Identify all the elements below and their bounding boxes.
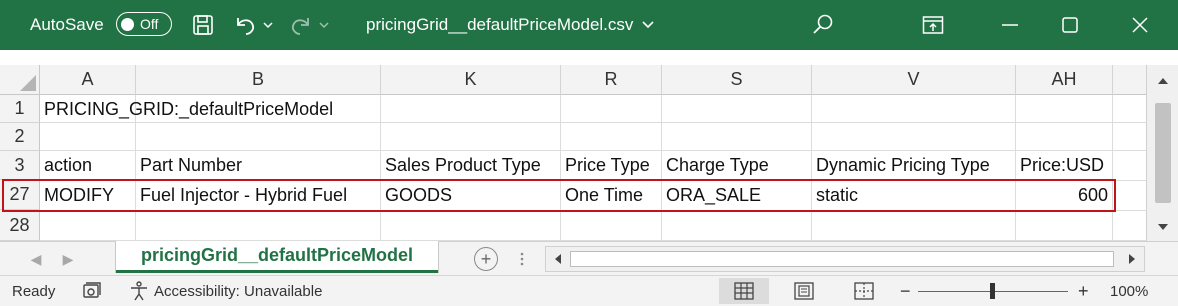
ribbon-display-options-icon[interactable] — [903, 0, 963, 50]
column-header-r[interactable]: R — [561, 65, 662, 95]
vertical-scrollbar[interactable] — [1146, 65, 1178, 241]
scroll-right-arrow-icon[interactable] — [1122, 249, 1142, 269]
autosave-state: Off — [140, 16, 159, 32]
cell-a1[interactable]: PRICING_GRID:_defaultPriceModel — [40, 95, 333, 123]
next-sheet-arrow-icon[interactable]: ▶ — [60, 250, 76, 268]
column-header-s[interactable]: S — [662, 65, 812, 95]
title-bar: AutoSave Off pricingGrid__defaultPriceMo… — [0, 0, 1178, 50]
status-bar: Ready Accessibility: Unavailable − + 100… — [0, 275, 1178, 306]
row-header-1[interactable]: 1 — [0, 95, 40, 123]
accessibility-status[interactable]: Accessibility: Unavailable — [128, 276, 322, 306]
ready-status: Ready — [12, 282, 56, 300]
scroll-up-arrow-icon[interactable] — [1153, 71, 1173, 91]
sheet-tab-active[interactable]: pricingGrid__defaultPriceModel — [116, 241, 438, 273]
minimize-icon[interactable] — [980, 0, 1040, 50]
add-sheet-icon[interactable]: + — [474, 247, 498, 271]
spreadsheet-grid[interactable]: A B K R S V AH 1 2 3 27 28 PRICING_GRID:… — [0, 50, 1178, 241]
zoom-in-button[interactable]: + — [1078, 276, 1089, 306]
scroll-down-arrow-icon[interactable] — [1153, 217, 1173, 237]
toggle-knob — [121, 17, 134, 31]
zoom-out-button[interactable]: − — [900, 276, 911, 306]
cell-r3[interactable]: Price Type — [561, 151, 650, 180]
cell-a3[interactable]: action — [40, 151, 92, 180]
page-break-preview-icon[interactable] — [839, 278, 889, 304]
macro-recording-icon[interactable] — [80, 276, 106, 306]
cell-k3[interactable]: Sales Product Type — [381, 151, 541, 180]
undo-dropdown-icon[interactable] — [260, 0, 276, 50]
accessibility-icon — [131, 281, 147, 301]
undo-icon[interactable] — [228, 0, 262, 50]
cell-v3[interactable]: Dynamic Pricing Type — [812, 151, 990, 180]
row-highlight-box — [2, 179, 1116, 212]
cell-b3[interactable]: Part Number — [136, 151, 242, 180]
close-icon[interactable] — [1110, 0, 1170, 50]
column-header-b[interactable]: B — [136, 65, 381, 95]
horizontal-scrollbar[interactable] — [545, 246, 1145, 272]
autosave-toggle[interactable]: Off — [116, 12, 172, 36]
column-header-v[interactable]: V — [812, 65, 1016, 95]
sheet-tabs-bar: ◀ ▶ pricingGrid__defaultPriceModel + — [0, 241, 1178, 275]
prev-sheet-arrow-icon[interactable]: ◀ — [28, 250, 44, 268]
page-layout-view-icon[interactable] — [779, 278, 829, 304]
row-header-28[interactable]: 28 — [0, 210, 40, 241]
maximize-icon[interactable] — [1040, 0, 1100, 50]
redo-dropdown-icon[interactable] — [316, 0, 332, 50]
zoom-level[interactable]: 100% — [1110, 276, 1148, 306]
vertical-scroll-thumb[interactable] — [1155, 103, 1171, 203]
file-name: pricingGrid__defaultPriceModel.csv — [366, 15, 634, 34]
autosave-label: AutoSave — [30, 15, 104, 34]
row-header-2[interactable]: 2 — [0, 123, 40, 151]
column-header-a[interactable]: A — [40, 65, 136, 95]
column-header-ah[interactable]: AH — [1016, 65, 1113, 95]
column-header-partial — [1113, 65, 1146, 95]
file-title-chevron-icon — [642, 21, 654, 29]
cell-s3[interactable]: Charge Type — [662, 151, 769, 180]
select-all-corner[interactable] — [0, 65, 40, 95]
redo-icon[interactable] — [284, 0, 318, 50]
accessibility-label: Accessibility: Unavailable — [154, 282, 323, 300]
file-title[interactable]: pricingGrid__defaultPriceModel.csv — [366, 0, 655, 50]
normal-view-icon[interactable] — [719, 278, 769, 304]
tab-split-handle[interactable] — [520, 251, 524, 267]
search-icon[interactable] — [805, 0, 841, 50]
save-icon[interactable] — [186, 0, 220, 50]
column-header-k[interactable]: K — [381, 65, 561, 95]
horizontal-scroll-thumb[interactable] — [570, 251, 1114, 267]
scroll-left-arrow-icon[interactable] — [548, 249, 568, 269]
zoom-slider-thumb[interactable] — [990, 283, 995, 299]
cell-ah3[interactable]: Price:USD — [1016, 151, 1104, 180]
row-header-3[interactable]: 3 — [0, 151, 40, 180]
